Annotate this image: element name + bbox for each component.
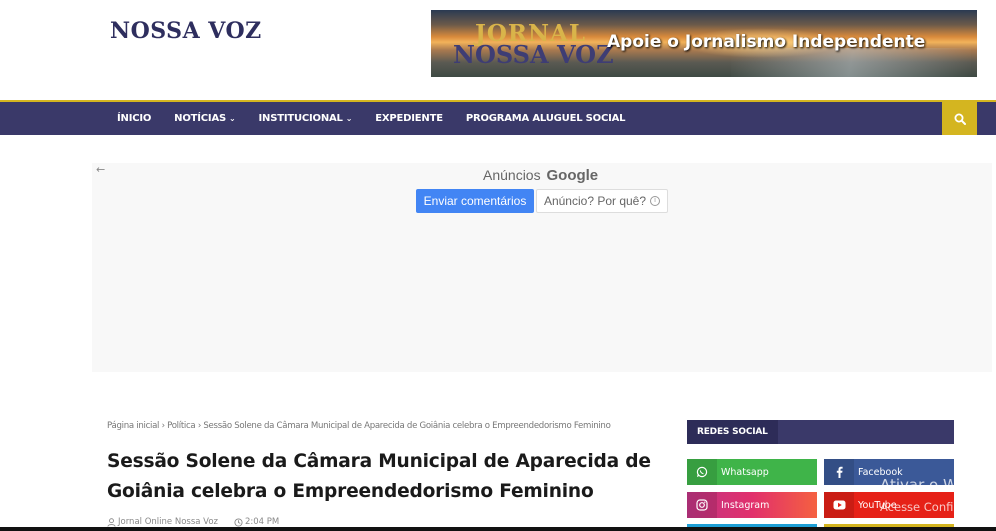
- post-time-value: 2:04 PM: [244, 517, 280, 527]
- header-banner[interactable]: JORNAL NOSSA VOZ Apoie o Jornalismo Inde…: [431, 10, 977, 77]
- post-author-name: Jornal Online Nossa Voz: [118, 517, 218, 527]
- nav-item-label: NOTÍCIAS: [174, 113, 226, 124]
- nav-item-label: PROGRAMA ALUGUEL SOCIAL: [465, 113, 626, 124]
- nav-menu: ÍNICIO NOTÍCIAS ⌄ INSTITUCIONAL ⌄ EXPEDIEN…: [117, 102, 648, 135]
- instagram-button[interactable]: Instagram: [687, 492, 817, 518]
- windows-watermark-subtitle: Acesse Configurações: [880, 500, 996, 514]
- post-time: 2:04 PM: [234, 517, 287, 527]
- banner-road-image: [731, 48, 971, 77]
- breadcrumb[interactable]: Página inicial › Política › Sessão Solen…: [107, 421, 611, 431]
- whatsapp-label: Whatsapp: [721, 466, 769, 478]
- site-title[interactable]: NOSSA VOZ: [110, 18, 262, 44]
- youtube-icon: [824, 492, 854, 518]
- taskbar-edge: [0, 527, 996, 531]
- google-logo: Google: [546, 167, 599, 184]
- send-feedback-button[interactable]: Enviar comentários: [416, 189, 534, 213]
- nav-item-inicio[interactable]: ÍNICIO: [117, 113, 151, 124]
- ad-container: ← Anúncios Google Enviar comentários Anú…: [92, 163, 992, 372]
- why-this-ad-label: Anúncio? Por quê?: [543, 194, 647, 208]
- ads-by-google-label: Anúncios Google: [483, 167, 598, 184]
- sidebar-heading-label: REDES SOCIAL: [687, 420, 778, 444]
- info-icon: i: [650, 196, 661, 206]
- facebook-icon: [824, 459, 854, 485]
- nav-item-label: ÍNICIO: [117, 113, 152, 124]
- post-author[interactable]: Jornal Online Nossa Voz: [107, 517, 226, 527]
- nav-item-label: INSTITUCIONAL: [258, 113, 343, 124]
- chevron-down-icon: ⌄: [229, 114, 236, 123]
- why-this-ad-button[interactable]: Anúncio? Por quê? i: [536, 189, 668, 213]
- back-arrow-icon[interactable]: ←: [96, 163, 105, 176]
- nav-item-expediente[interactable]: EXPEDIENTE: [375, 113, 443, 124]
- user-icon: [107, 517, 116, 527]
- search-button[interactable]: [942, 102, 977, 135]
- main-nav: ÍNICIO NOTÍCIAS ⌄ INSTITUCIONAL ⌄ EXPEDIEN…: [0, 100, 996, 135]
- nav-item-institucional[interactable]: INSTITUCIONAL ⌄: [259, 113, 353, 124]
- chevron-down-icon: ⌄: [345, 114, 353, 123]
- nav-item-programa-aluguel-social[interactable]: PROGRAMA ALUGUEL SOCIAL: [466, 113, 626, 124]
- clock-icon: [234, 517, 243, 527]
- instagram-label: Instagram: [721, 499, 770, 511]
- whatsapp-button[interactable]: Whatsapp: [687, 459, 817, 485]
- nav-item-noticias[interactable]: NOTÍCIAS ⌄: [174, 113, 236, 124]
- whatsapp-icon: [687, 459, 717, 485]
- banner-slogan: Apoie o Jornalismo Independente: [607, 32, 926, 52]
- windows-watermark-title: Ativar o Windows: [880, 476, 996, 494]
- instagram-icon: [687, 492, 717, 518]
- banner-logo-line2: NOSSA VOZ: [453, 40, 614, 69]
- post-title: Sessão Solene da Câmara Municipal de Apa…: [107, 451, 651, 502]
- nav-item-label: EXPEDIENTE: [375, 113, 443, 124]
- post-meta: Jornal Online Nossa Voz 2:04 PM: [107, 517, 295, 527]
- sidebar-social-heading: REDES SOCIAL: [687, 420, 954, 444]
- search-icon: [954, 113, 966, 125]
- ads-label: Anúncios: [483, 167, 541, 183]
